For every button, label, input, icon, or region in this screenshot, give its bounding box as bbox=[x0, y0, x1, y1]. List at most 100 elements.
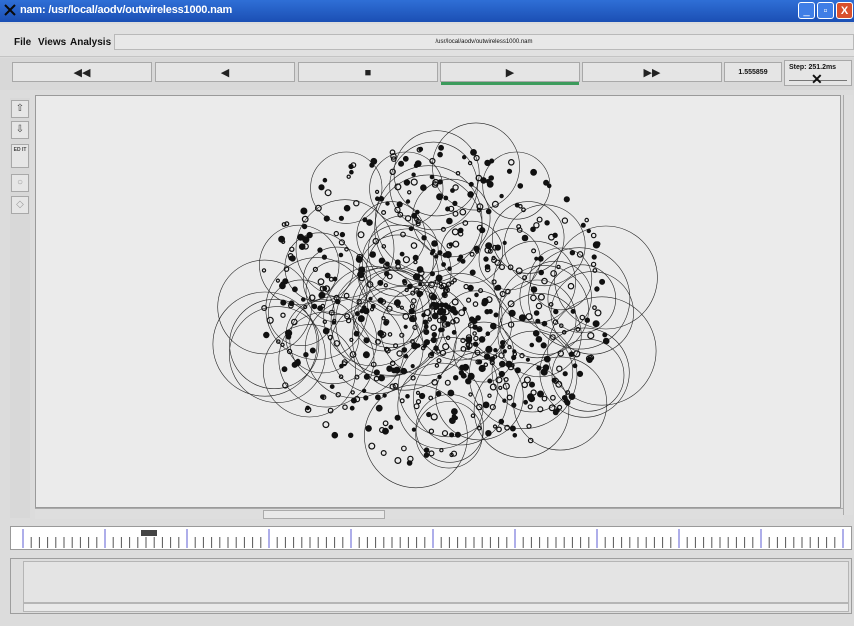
network-node[interactable] bbox=[580, 222, 586, 228]
network-node[interactable] bbox=[474, 292, 479, 298]
network-node[interactable] bbox=[489, 158, 495, 164]
network-node[interactable] bbox=[602, 332, 608, 338]
network-node[interactable] bbox=[423, 447, 430, 454]
network-node[interactable] bbox=[382, 427, 389, 435]
network-node[interactable] bbox=[431, 240, 438, 247]
network-node[interactable] bbox=[570, 308, 576, 314]
network-node[interactable] bbox=[439, 349, 447, 356]
horizontal-scrollbar-thumb[interactable] bbox=[263, 510, 385, 519]
network-node[interactable] bbox=[530, 389, 537, 396]
network-node[interactable] bbox=[584, 317, 591, 323]
network-node[interactable] bbox=[460, 258, 466, 264]
network-node[interactable] bbox=[448, 242, 454, 247]
network-node[interactable] bbox=[393, 343, 399, 349]
network-node[interactable] bbox=[529, 342, 535, 348]
network-node[interactable] bbox=[498, 418, 505, 425]
network-node[interactable] bbox=[565, 390, 571, 395]
network-node[interactable] bbox=[442, 343, 450, 351]
network-node[interactable] bbox=[523, 399, 529, 405]
network-node[interactable] bbox=[317, 278, 325, 286]
network-node[interactable] bbox=[460, 337, 466, 344]
network-node[interactable] bbox=[320, 303, 326, 309]
network-node[interactable] bbox=[485, 345, 493, 353]
network-node[interactable] bbox=[410, 242, 418, 249]
network-node[interactable] bbox=[444, 379, 451, 386]
network-node[interactable] bbox=[333, 340, 341, 347]
network-node[interactable] bbox=[343, 204, 351, 212]
network-node[interactable] bbox=[416, 266, 424, 273]
network-node[interactable] bbox=[579, 314, 586, 321]
network-node[interactable] bbox=[383, 283, 388, 288]
network-node[interactable] bbox=[300, 207, 308, 215]
network-node[interactable] bbox=[338, 239, 345, 246]
network-node[interactable] bbox=[567, 282, 575, 290]
network-node[interactable] bbox=[467, 160, 473, 166]
network-node[interactable] bbox=[389, 360, 396, 367]
network-node[interactable] bbox=[416, 343, 421, 348]
network-node[interactable] bbox=[532, 330, 540, 337]
network-node[interactable] bbox=[536, 365, 542, 371]
network-node[interactable] bbox=[503, 377, 509, 383]
network-node[interactable] bbox=[263, 331, 270, 339]
network-node[interactable] bbox=[381, 315, 386, 321]
network-node[interactable] bbox=[394, 457, 402, 465]
play-button[interactable]: ▶ bbox=[440, 62, 580, 85]
network-node[interactable] bbox=[383, 320, 389, 326]
network-node[interactable] bbox=[563, 196, 570, 203]
network-node[interactable] bbox=[382, 420, 389, 427]
network-node[interactable] bbox=[542, 364, 550, 371]
network-node[interactable] bbox=[419, 392, 426, 400]
network-node[interactable] bbox=[451, 298, 459, 306]
network-node[interactable] bbox=[460, 345, 467, 352]
network-node[interactable] bbox=[311, 303, 318, 310]
network-node[interactable] bbox=[378, 257, 386, 264]
network-node[interactable] bbox=[454, 431, 461, 438]
network-node[interactable] bbox=[415, 399, 422, 405]
network-node[interactable] bbox=[435, 274, 443, 282]
network-node[interactable] bbox=[592, 268, 598, 273]
step-slider-thumb[interactable]: ✕ bbox=[811, 72, 823, 86]
network-node[interactable] bbox=[468, 181, 474, 187]
network-node[interactable] bbox=[305, 405, 311, 411]
network-node[interactable] bbox=[429, 351, 435, 357]
network-node[interactable] bbox=[324, 272, 331, 279]
network-node[interactable] bbox=[491, 279, 497, 285]
network-node[interactable] bbox=[485, 208, 492, 215]
network-node[interactable] bbox=[527, 404, 533, 410]
network-node[interactable] bbox=[350, 390, 355, 395]
network-node[interactable] bbox=[538, 269, 545, 276]
network-node[interactable] bbox=[508, 309, 516, 317]
network-node[interactable] bbox=[451, 413, 457, 419]
network-node[interactable] bbox=[458, 370, 465, 376]
network-node[interactable] bbox=[569, 249, 576, 256]
network-node[interactable] bbox=[576, 370, 584, 377]
network-node[interactable] bbox=[375, 394, 381, 401]
network-node[interactable] bbox=[592, 320, 600, 328]
network-node[interactable] bbox=[586, 228, 592, 234]
network-node[interactable] bbox=[280, 299, 287, 306]
network-node[interactable] bbox=[386, 305, 393, 312]
tool-node-button[interactable]: ○ bbox=[11, 174, 29, 192]
network-node[interactable] bbox=[483, 256, 489, 262]
network-node[interactable] bbox=[278, 235, 286, 243]
network-node[interactable] bbox=[526, 423, 532, 429]
annotation-list[interactable] bbox=[23, 561, 849, 603]
network-node[interactable] bbox=[423, 329, 430, 336]
network-node[interactable] bbox=[556, 264, 561, 270]
network-node[interactable] bbox=[412, 273, 421, 281]
network-node[interactable] bbox=[373, 369, 380, 376]
network-node[interactable] bbox=[484, 264, 491, 270]
network-node[interactable] bbox=[467, 284, 474, 292]
network-node[interactable] bbox=[482, 401, 490, 409]
network-node[interactable] bbox=[602, 337, 610, 345]
network-node[interactable] bbox=[449, 432, 455, 438]
network-node[interactable] bbox=[402, 155, 409, 162]
network-node[interactable] bbox=[385, 201, 390, 206]
network-node[interactable] bbox=[414, 160, 422, 167]
network-node[interactable] bbox=[451, 329, 457, 335]
network-node[interactable] bbox=[393, 366, 401, 374]
network-node[interactable] bbox=[500, 344, 506, 350]
network-node[interactable] bbox=[535, 302, 543, 310]
network-node[interactable] bbox=[400, 367, 408, 375]
network-node[interactable] bbox=[533, 310, 540, 316]
